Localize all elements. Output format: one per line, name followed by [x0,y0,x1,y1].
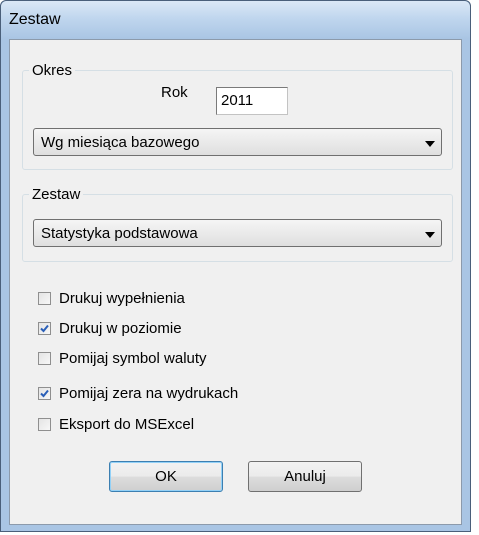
checkmark-icon [40,389,49,398]
cancel-button[interactable]: Anuluj [248,461,362,492]
okres-group-legend: Okres [29,62,76,79]
checkbox-label: Drukuj wypełnienia [59,290,185,307]
zestaw-value: Statystyka podstawowa [41,225,198,242]
rok-label: Rok [161,84,188,101]
checkbox-box[interactable] [38,322,51,335]
checkbox-label: Drukuj w poziomie [59,320,182,337]
window-title: Zestaw [9,11,61,28]
checkbox-box[interactable] [38,292,51,305]
okres-group: Okres Rok 2011 Wg miesiąca bazowego [22,62,453,170]
zestaw-group-legend: Zestaw [29,186,84,203]
zestaw-group: Zestaw Statystyka podstawowa [22,186,453,262]
zestaw-dropdown[interactable]: Statystyka podstawowa [33,219,442,247]
title-bar[interactable]: Zestaw [1,1,470,39]
checkbox-box[interactable] [38,418,51,431]
checkbox-label: Eksport do MSExcel [59,416,195,433]
checkbox-box[interactable] [38,387,51,400]
dropdown-arrow-icon [425,141,435,147]
dialog-window: Zestaw Okres Rok 2011 Wg miesiąca bazowe… [0,0,471,532]
rok-input[interactable]: 2011 [216,87,288,115]
checkbox-label: Pomijaj symbol waluty [59,350,207,367]
okres-mode-dropdown[interactable]: Wg miesiąca bazowego [33,128,442,156]
checkmark-icon [40,324,49,333]
dropdown-arrow-icon [425,232,435,238]
checkbox-label: Pomijaj zera na wydrukach [59,385,239,402]
okres-mode-value: Wg miesiąca bazowego [41,134,200,151]
checkbox-box[interactable] [38,352,51,365]
ok-button[interactable]: OK [109,461,223,492]
dialog-client-area: Okres Rok 2011 Wg miesiąca bazowego Zest… [9,39,462,525]
